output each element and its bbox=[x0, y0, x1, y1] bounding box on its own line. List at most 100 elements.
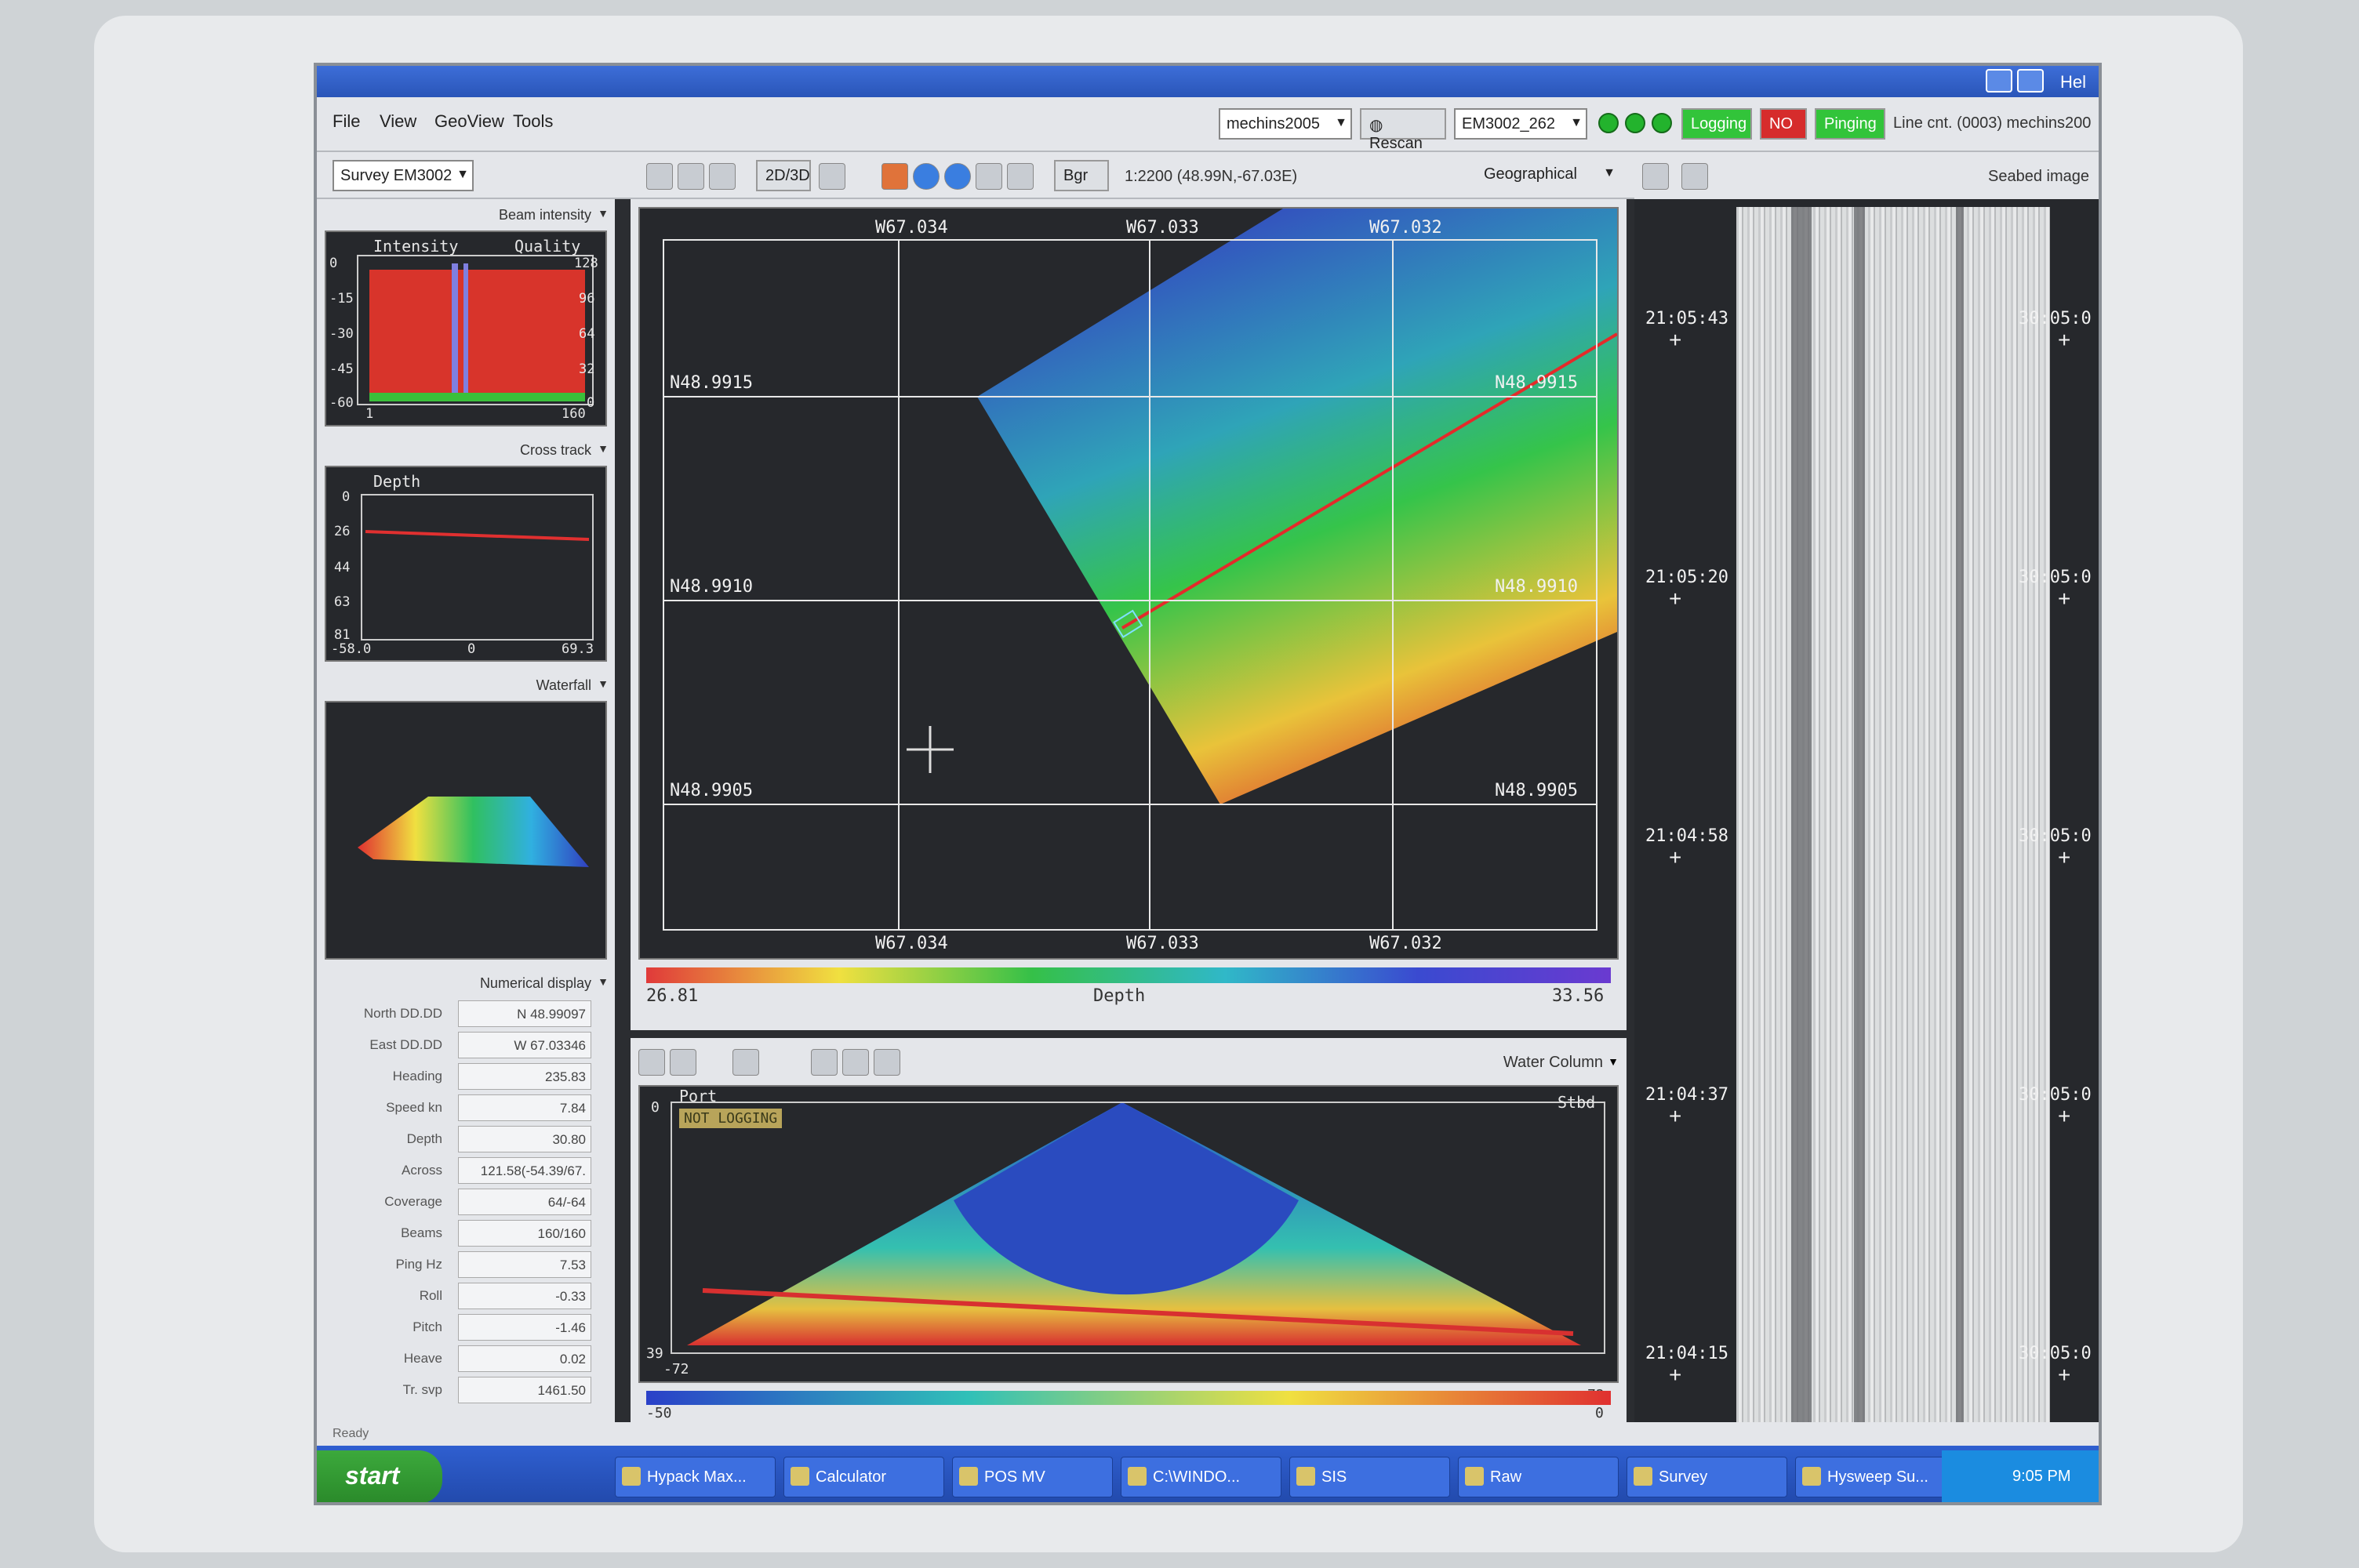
y-tick: 39 bbox=[646, 1345, 663, 1362]
bathymetry-map[interactable]: W67.034 W67.033 W67.032 W67.034 W67.033 … bbox=[638, 207, 1619, 960]
print-icon[interactable] bbox=[1681, 163, 1708, 190]
rescan-label: Rescan bbox=[1369, 135, 1423, 152]
globe-icon[interactable] bbox=[913, 163, 940, 190]
line-counter: Line cnt. (0003) mechins200 bbox=[1893, 114, 2092, 132]
taskbar-item-label: Survey bbox=[1659, 1468, 1708, 1486]
menu-view[interactable]: View bbox=[380, 111, 416, 132]
rescan-button[interactable]: ◍ Rescan bbox=[1360, 108, 1446, 152]
timestamp-right: 30:05:0 bbox=[2019, 826, 2092, 846]
background-button[interactable]: Bgr bbox=[1054, 160, 1109, 191]
water-column-selector[interactable]: Water Column bbox=[1503, 1054, 1603, 1072]
quality-spike bbox=[452, 263, 458, 401]
lat-label-left: N48.9915 bbox=[670, 373, 753, 393]
tool-icon[interactable] bbox=[646, 163, 673, 190]
app-icon bbox=[1465, 1467, 1484, 1486]
pause-icon[interactable] bbox=[732, 1049, 759, 1076]
taskbar-item[interactable]: SIS bbox=[1289, 1457, 1450, 1497]
beam-selector[interactable]: Beam intensity bbox=[499, 207, 591, 223]
tool-icon[interactable] bbox=[678, 163, 704, 190]
sensor-combo[interactable]: EM3002_262 ▼ bbox=[1454, 108, 1587, 140]
color-icon[interactable] bbox=[881, 163, 908, 190]
y2-tick: 32 bbox=[579, 361, 595, 377]
seabed-stripe bbox=[1791, 207, 1812, 1422]
taskbar-item[interactable]: POS MV bbox=[952, 1457, 1113, 1497]
quality-label: Quality bbox=[514, 237, 581, 256]
app-icon bbox=[1296, 1467, 1315, 1486]
tool-icon[interactable] bbox=[842, 1049, 869, 1076]
survey-combo[interactable]: Survey EM3002 ▼ bbox=[333, 160, 474, 191]
numerical-row: East DD.DD W 67.03346 bbox=[317, 1030, 607, 1060]
x-tick: 160 bbox=[562, 406, 586, 422]
tool-icon[interactable] bbox=[709, 163, 736, 190]
water-column-display: Port Stbd NOT LOGGING 0 39 -72 bbox=[638, 1085, 1619, 1383]
project-combo[interactable]: mechins2005 ▼ bbox=[1219, 108, 1352, 140]
survey-combo-value: Survey EM3002 bbox=[340, 167, 453, 184]
view-2d3d-button[interactable]: 2D/3D bbox=[756, 160, 811, 191]
status-bar: Ready bbox=[317, 1422, 2099, 1446]
start-button[interactable]: start bbox=[317, 1450, 442, 1502]
timestamp-left: 21:04:58 bbox=[1645, 826, 1728, 846]
taskbar-item[interactable]: Hysweep Su... bbox=[1795, 1457, 1956, 1497]
tool-icon[interactable] bbox=[874, 1049, 900, 1076]
colorbar-max: 33.56 bbox=[1552, 986, 1605, 1006]
depth-profile-line bbox=[365, 530, 590, 541]
numerical-value: 64/-64 bbox=[458, 1189, 591, 1215]
colorbar-min: -50 bbox=[646, 1405, 672, 1421]
cross-panel-header: Cross track ▼ bbox=[317, 434, 615, 466]
numerical-key: Across bbox=[402, 1163, 442, 1178]
sensor-combo-value: EM3002_262 bbox=[1462, 115, 1555, 132]
tool-icon[interactable] bbox=[1642, 163, 1669, 190]
tool-icon[interactable] bbox=[811, 1049, 838, 1076]
marker-plus-icon: + bbox=[1669, 1363, 1682, 1387]
lon-label-bottom: W67.034 bbox=[875, 934, 948, 953]
help-menu[interactable]: Hel bbox=[2060, 72, 2086, 93]
numerical-row: Roll -0.33 bbox=[317, 1281, 607, 1311]
not-logging-badge: NOT LOGGING bbox=[679, 1109, 783, 1128]
tool-icon[interactable] bbox=[638, 1049, 665, 1076]
waterfall-selector[interactable]: Waterfall bbox=[536, 677, 591, 694]
status-light-icon bbox=[1625, 113, 1645, 133]
menu-geoview[interactable]: GeoView bbox=[434, 111, 504, 132]
projection-combo[interactable]: Geographical ▼ bbox=[1478, 160, 1619, 191]
red-status-button[interactable]: NO bbox=[1760, 108, 1807, 140]
numerical-key: North DD.DD bbox=[363, 1006, 442, 1021]
taskbar-item-label: Hysweep Su... bbox=[1827, 1468, 1928, 1486]
y2-tick: 64 bbox=[579, 326, 595, 342]
pinging-button[interactable]: Pinging bbox=[1815, 108, 1885, 140]
x-tick: -72 bbox=[663, 1361, 689, 1377]
projection-combo-value: Geographical bbox=[1484, 165, 1577, 183]
taskbar-item[interactable]: Survey bbox=[1627, 1457, 1787, 1497]
status-light-icon bbox=[1598, 113, 1619, 133]
maximize-button[interactable] bbox=[2017, 69, 2044, 93]
menu-file[interactable]: File bbox=[333, 111, 360, 132]
measure-icon[interactable] bbox=[819, 163, 845, 190]
help-icon[interactable] bbox=[944, 163, 971, 190]
zoom-out-icon[interactable] bbox=[1007, 163, 1034, 190]
numerical-key: Speed kn bbox=[386, 1100, 442, 1115]
y-tick: 63 bbox=[334, 594, 351, 610]
timestamp-right: 30:05:0 bbox=[2019, 1085, 2092, 1105]
y-tick: 44 bbox=[334, 560, 351, 575]
seabed-stripe bbox=[1854, 207, 1865, 1422]
y-tick: -60 bbox=[329, 395, 354, 411]
taskbar-item[interactable]: Raw bbox=[1458, 1457, 1619, 1497]
taskbar-item[interactable]: C:\WINDO... bbox=[1121, 1457, 1281, 1497]
cross-selector[interactable]: Cross track bbox=[520, 442, 591, 459]
logging-button[interactable]: Logging bbox=[1681, 108, 1752, 140]
numerical-key: Roll bbox=[419, 1288, 442, 1303]
minimize-button[interactable] bbox=[1986, 69, 2012, 93]
y2-tick: 96 bbox=[579, 291, 595, 307]
taskbar-item[interactable]: Calculator bbox=[783, 1457, 944, 1497]
taskbar: start Hypack Max... Calculator POS MV C:\WI… bbox=[317, 1446, 2099, 1502]
numerical-selector[interactable]: Numerical display bbox=[480, 975, 591, 992]
chevron-down-icon: ▼ bbox=[1335, 116, 1347, 129]
numerical-value: 121.58(-54.39/67. bbox=[458, 1157, 591, 1184]
menu-tools[interactable]: Tools bbox=[513, 111, 553, 132]
chevron-down-icon: ▼ bbox=[598, 207, 609, 220]
tool-icon[interactable] bbox=[670, 1049, 696, 1076]
zoom-in-icon[interactable] bbox=[976, 163, 1002, 190]
lon-label-top: W67.034 bbox=[875, 218, 948, 238]
chevron-down-icon: ▼ bbox=[598, 677, 609, 690]
taskbar-item[interactable]: Hypack Max... bbox=[615, 1457, 776, 1497]
waterfall-panel-header: Waterfall ▼ bbox=[317, 670, 615, 701]
